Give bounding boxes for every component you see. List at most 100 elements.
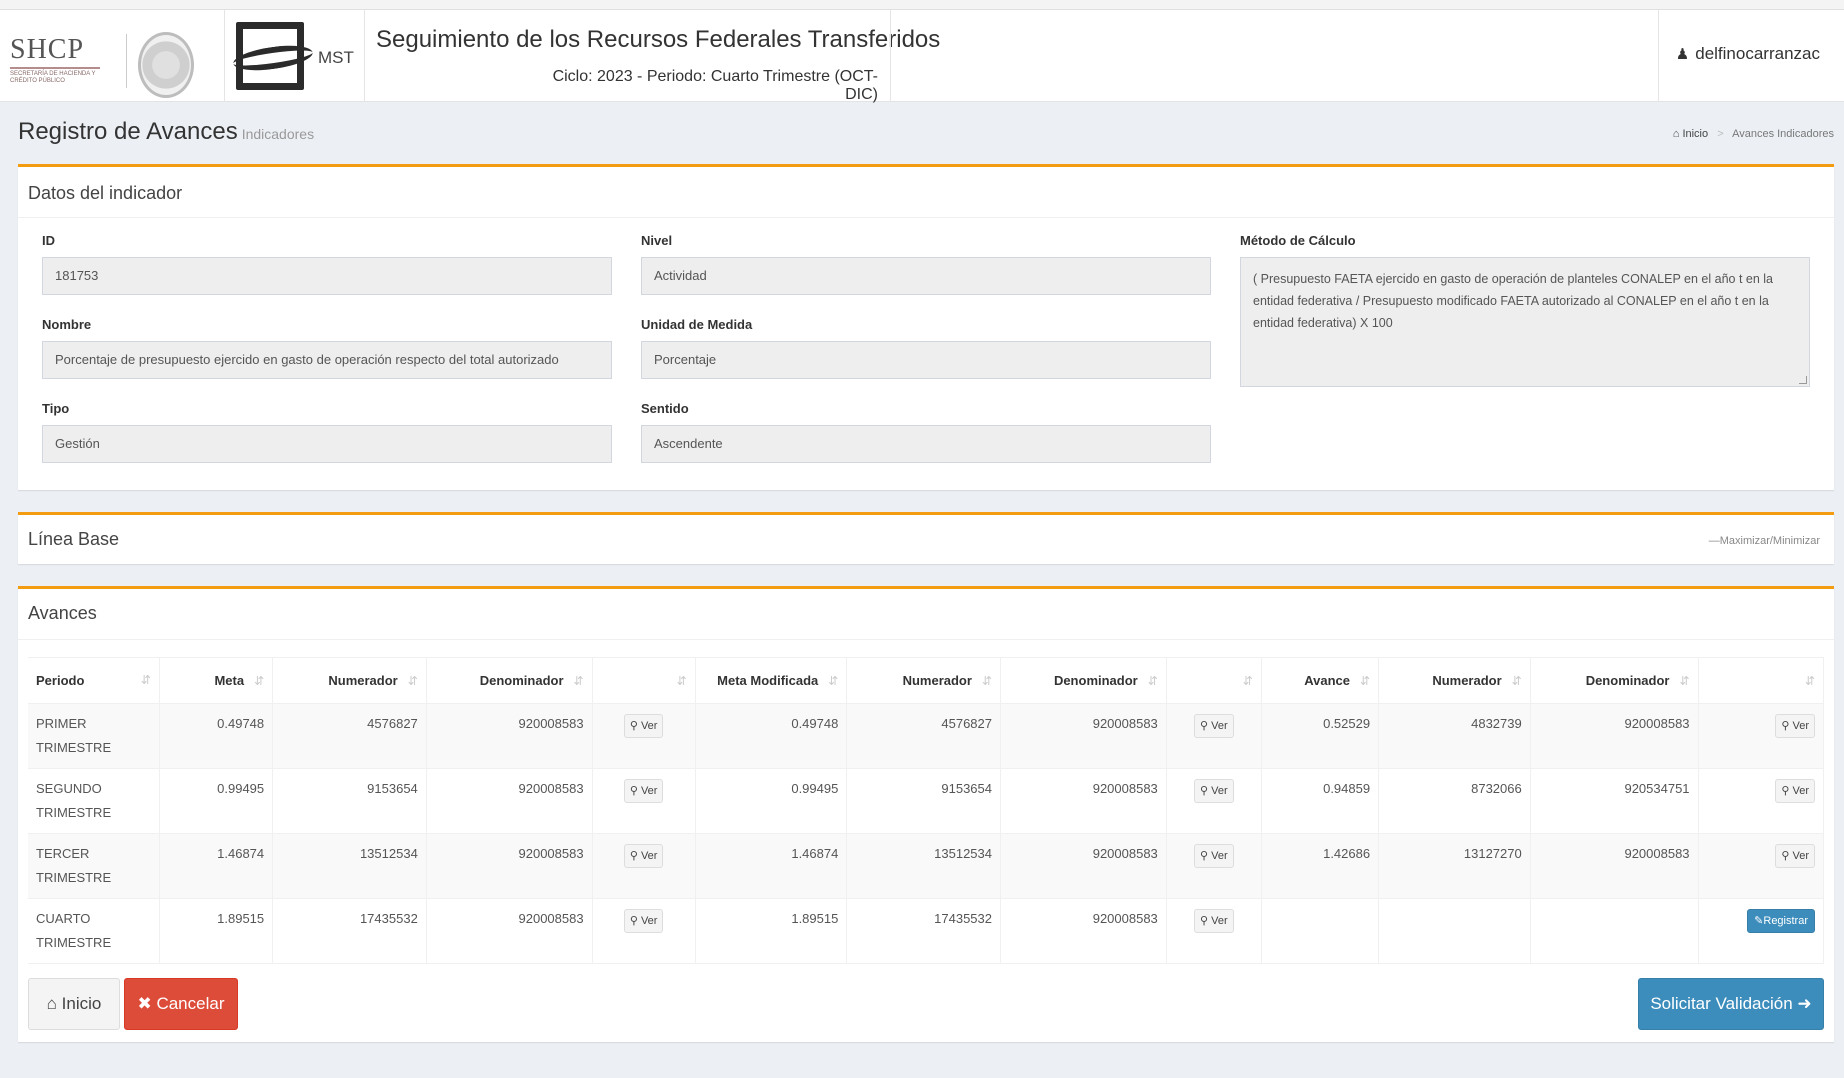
cell-denominador-mod: 920008583: [1000, 768, 1167, 834]
cell-numerador-av: 4832739: [1378, 703, 1531, 769]
col-action-mod[interactable]: ⇵: [1166, 657, 1262, 704]
maximize-minimize-toggle[interactable]: —Maximizar/Minimizar: [1709, 535, 1820, 547]
table-row: CUARTO TRIMESTRE 1.89515 17435532 920008…: [28, 898, 1825, 964]
linea-base-box: Línea Base —Maximizar/Minimizar: [18, 512, 1834, 564]
search-icon: ⚲: [1199, 915, 1212, 927]
col-meta-modificada[interactable]: Meta Modificada ⇵: [695, 657, 848, 704]
col-meta[interactable]: Meta ⇵: [159, 657, 274, 704]
cancelar-button[interactable]: ✖ Cancelar: [124, 978, 238, 1030]
resize-grip-icon[interactable]: [1799, 376, 1807, 384]
col-numerador-av[interactable]: Numerador ⇵: [1378, 657, 1531, 704]
col-denominador-av[interactable]: Denominador ⇵: [1530, 657, 1699, 704]
ver-button[interactable]: ⚲ Ver: [623, 844, 664, 868]
table-row: TERCER TRIMESTRE 1.46874 13512534 920008…: [28, 833, 1825, 899]
solicitar-validacion-button[interactable]: Solicitar Validación ➜: [1638, 978, 1824, 1030]
datos-indicador-box: Datos del indicador ID 181753 Nivel Acti…: [18, 164, 1834, 490]
col-denominador[interactable]: Denominador ⇵: [426, 657, 593, 704]
user-menu[interactable]: ♟ delfinocarranzac: [1676, 44, 1820, 64]
col-numerador[interactable]: Numerador ⇵: [272, 657, 427, 704]
sentido-field[interactable]: Ascendente: [641, 425, 1211, 463]
cell-meta-modificada: 0.99495: [695, 768, 848, 834]
cell-meta: 1.46874: [159, 833, 274, 899]
breadcrumb: ⌂ Inicio > Avances Indicadores: [1672, 128, 1834, 140]
cell-meta-modificada: 0.49748: [695, 703, 848, 769]
home-icon: ⌂: [46, 994, 62, 1013]
arrow-right-icon: ➜: [1792, 994, 1812, 1013]
header-divider: [364, 10, 365, 102]
app-title: Seguimiento de los Recursos Federales Tr…: [376, 26, 941, 53]
table-row: PRIMER TRIMESTRE 0.49748 4576827 9200085…: [28, 703, 1825, 769]
ver-button[interactable]: ⚲ Ver: [1193, 844, 1234, 868]
search-icon: ⚲: [1199, 785, 1212, 797]
cell-numerador-av: [1378, 898, 1531, 964]
unidad-field[interactable]: Porcentaje: [641, 341, 1211, 379]
logo-divider: [126, 34, 127, 88]
breadcrumb-home-link[interactable]: Inicio: [1682, 128, 1708, 140]
header-divider: [1658, 10, 1659, 102]
cell-meta: 0.99495: [159, 768, 274, 834]
ver-button[interactable]: ⚲ Ver: [1775, 844, 1815, 868]
cell-periodo: PRIMER TRIMESTRE: [28, 703, 160, 769]
search-icon: ⚲: [629, 915, 641, 927]
col-periodo[interactable]: Periodo ⇵: [28, 657, 160, 704]
avances-table: Periodo ⇵ Meta ⇵ Numerador ⇵ Denominador ⇵ ⇵…: [28, 657, 1825, 964]
search-icon: ⚲: [629, 720, 641, 732]
nombre-field[interactable]: Porcentaje de presupuesto ejercido en ga…: [42, 341, 612, 379]
cell-denominador: 920008583: [426, 768, 593, 834]
ver-button[interactable]: ⚲ Ver: [1775, 714, 1815, 738]
national-seal-logo: [138, 32, 194, 98]
search-icon: ⚲: [1781, 720, 1793, 732]
col-action-av[interactable]: ⇵: [1698, 657, 1825, 704]
datos-box-title: Datos del indicador: [28, 183, 183, 203]
ver-button[interactable]: ⚲ Ver: [1193, 779, 1234, 803]
nivel-label: Nivel: [641, 233, 673, 248]
ver-button[interactable]: ⚲ Ver: [623, 779, 664, 803]
metodo-label: Método de Cálculo: [1240, 233, 1356, 248]
header-divider: [224, 10, 225, 102]
ver-button[interactable]: ⚲ Ver: [623, 909, 664, 933]
unidad-label: Unidad de Medida: [641, 317, 753, 332]
cell-denominador-mod: 920008583: [1000, 833, 1167, 899]
cell-denominador: 920008583: [426, 703, 593, 769]
registrar-button[interactable]: ✎Registrar: [1747, 909, 1815, 933]
cell-periodo: TERCER TRIMESTRE: [28, 833, 160, 899]
col-numerador-mod[interactable]: Numerador ⇵: [846, 657, 1001, 704]
metodo-textarea[interactable]: ( Presupuesto FAETA ejercido en gasto de…: [1240, 257, 1810, 387]
cell-numerador-mod: 17435532: [846, 898, 1001, 964]
cell-numerador: 4576827: [272, 703, 427, 769]
col-denominador-mod[interactable]: Denominador ⇵: [1000, 657, 1167, 704]
cell-denominador: 920008583: [426, 898, 593, 964]
inicio-button[interactable]: ⌂ Inicio: [28, 978, 120, 1030]
cell-denominador-av: [1530, 898, 1699, 964]
col-avance[interactable]: Avance ⇵: [1261, 657, 1380, 704]
breadcrumb-current: Avances Indicadores: [1732, 128, 1834, 140]
cell-numerador-mod: 13512534: [846, 833, 1001, 899]
home-icon: ⌂: [1672, 128, 1680, 140]
cell-meta: 0.49748: [159, 703, 274, 769]
sentido-label: Sentido: [641, 401, 689, 416]
table-header-row: Periodo ⇵ Meta ⇵ Numerador ⇵ Denominador ⇵ ⇵…: [28, 657, 1825, 704]
id-field[interactable]: 181753: [42, 257, 612, 295]
user-icon: ♟: [1675, 46, 1690, 63]
col-action[interactable]: ⇵: [592, 657, 696, 704]
ver-button[interactable]: ⚲ Ver: [1775, 779, 1815, 803]
tipo-field[interactable]: Gestión: [42, 425, 612, 463]
table-row: SEGUNDO TRIMESTRE 0.99495 9153654 920008…: [28, 768, 1825, 834]
cell-periodo: SEGUNDO TRIMESTRE: [28, 768, 160, 834]
cell-numerador-av: 8732066: [1378, 768, 1531, 834]
cell-numerador-mod: 9153654: [846, 768, 1001, 834]
nivel-field[interactable]: Actividad: [641, 257, 1211, 295]
user-name: delfinocarranzac: [1695, 44, 1820, 63]
id-label: ID: [42, 233, 55, 248]
minus-icon: —: [1708, 535, 1720, 547]
cell-numerador-mod: 4576827: [846, 703, 1001, 769]
ver-button[interactable]: ⚲ Ver: [1193, 714, 1234, 738]
page-title: Registro de Avances Indicadores: [18, 118, 315, 145]
cell-denominador-av: 920534751: [1530, 768, 1699, 834]
cell-denominador-mod: 920008583: [1000, 898, 1167, 964]
ver-button[interactable]: ⚲ Ver: [1193, 909, 1234, 933]
cell-denominador: 920008583: [426, 833, 593, 899]
close-icon: ✖: [137, 994, 157, 1013]
ver-button[interactable]: ⚲ Ver: [623, 714, 664, 738]
shcp-logo: SHCP SECRETARÍA DE HACIENDA Y CRÉDITO PÚ…: [10, 34, 110, 94]
